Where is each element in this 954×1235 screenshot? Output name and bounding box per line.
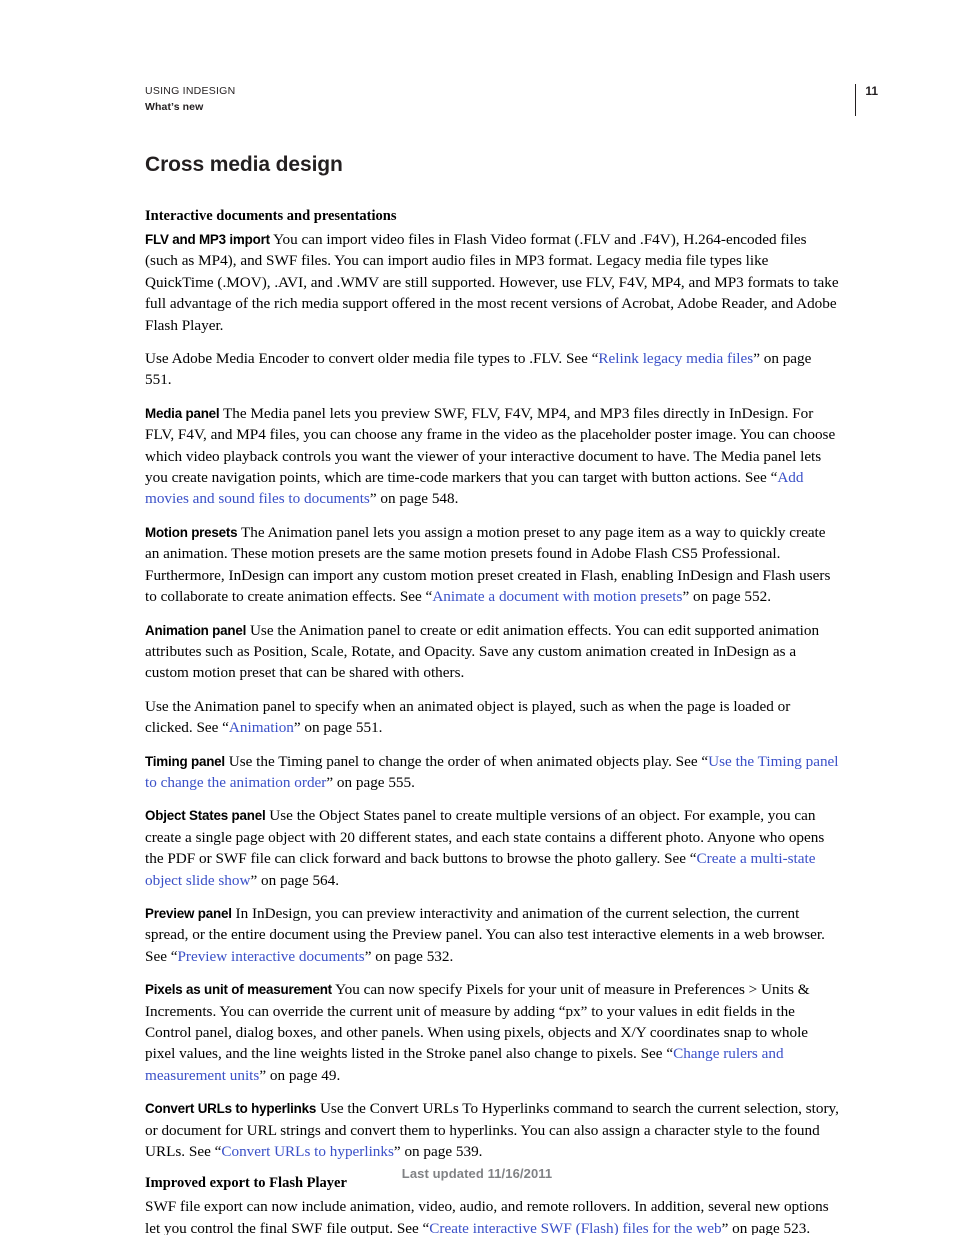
xref-create-interactive-swf-files[interactable]: Create interactive SWF (Flash) files for… (429, 1220, 721, 1235)
document-page: USING INDESIGN What’s new 11 Cross media… (0, 0, 954, 1235)
paragraph-text: Use the Timing panel to change the order… (224, 752, 709, 770)
paragraph-text: ” on page 552. (682, 588, 772, 606)
paragraph-text: ” on page 564. (250, 871, 340, 889)
paragraph-object-states-panel: Object States panel Use the Object State… (145, 805, 839, 891)
page-title: Cross media design (145, 153, 343, 176)
paragraph-text: Use the Animation panel to create or edi… (145, 621, 820, 682)
xref-animation[interactable]: Animation (229, 719, 294, 736)
paragraph-text: ” on page 548. (369, 490, 459, 508)
xref-preview-interactive-documents[interactable]: Preview interactive documents (177, 948, 364, 965)
paragraph-motion-presets: Motion presets The Animation panel lets … (145, 522, 839, 608)
document-title: USING INDESIGN (145, 85, 236, 97)
paragraph-text: Use Adobe Media Encoder to convert older… (145, 350, 599, 368)
paragraph-flv-mp3-import: FLV and MP3 import You can import video … (145, 229, 839, 336)
running-header: USING INDESIGN What’s new (145, 84, 235, 114)
paragraph-text: The Media panel lets you preview SWF, FL… (145, 404, 836, 487)
paragraph-preview-panel: Preview panel In InDesign, you can previ… (145, 903, 839, 967)
paragraph-text: ” on page 523. (721, 1219, 811, 1235)
paragraph-convert-urls: Convert URLs to hyperlinks Use the Conve… (145, 1098, 839, 1162)
page-footer: Last updated 11/16/2011 (401, 1166, 553, 1181)
paragraph-animation-panel-specify: Use the Animation panel to specify when … (145, 696, 839, 739)
runin-label-object-states-panel: Object States panel (145, 808, 266, 824)
subhead-interactive-documents: Interactive documents and presentations (145, 208, 397, 224)
paragraph-pixels-as-unit: Pixels as unit of measurement You can no… (145, 979, 839, 1086)
paragraph-text: ” on page 539. (393, 1143, 483, 1161)
folio-rule (855, 84, 857, 116)
folio: 11 (855, 84, 878, 118)
runin-label-motion-presets: Motion presets (145, 524, 238, 540)
paragraph-animation-panel: Animation panel Use the Animation panel … (145, 620, 839, 684)
paragraph-media-encoder: Use Adobe Media Encoder to convert older… (145, 348, 839, 391)
runin-label-pixels-as-unit: Pixels as unit of measurement (145, 982, 332, 998)
runin-label-convert-urls: Convert URLs to hyperlinks (145, 1101, 317, 1117)
paragraph-text: ” on page 49. (259, 1066, 341, 1084)
paragraph-swf-export: SWF file export can now include animatio… (145, 1196, 839, 1235)
content-column: Cross media design Interactive documents… (145, 152, 839, 1235)
xref-animate-document-with-motion-presets[interactable]: Animate a document with motion presets (432, 588, 682, 605)
paragraph-text: ” on page 532. (364, 947, 454, 965)
xref-convert-urls-to-hyperlinks[interactable]: Convert URLs to hyperlinks (221, 1143, 394, 1160)
xref-relink-legacy-media-files[interactable]: Relink legacy media files (598, 350, 753, 367)
runin-label-timing-panel: Timing panel (145, 753, 225, 769)
runin-label-media-panel: Media panel (145, 405, 220, 421)
runin-label-flv-mp3-import: FLV and MP3 import (145, 232, 270, 247)
paragraph-text: ” on page 555. (326, 773, 415, 791)
paragraph-text: ” on page 551. (293, 719, 383, 737)
runin-label-preview-panel: Preview panel (145, 905, 232, 921)
paragraph-timing-panel: Timing panel Use the Timing panel to cha… (145, 751, 839, 794)
paragraph-media-panel: Media panel The Media panel lets you pre… (145, 403, 839, 510)
runin-label-animation-panel: Animation panel (145, 622, 247, 638)
page-number: 11 (865, 84, 878, 98)
section-title: What’s new (145, 101, 204, 113)
